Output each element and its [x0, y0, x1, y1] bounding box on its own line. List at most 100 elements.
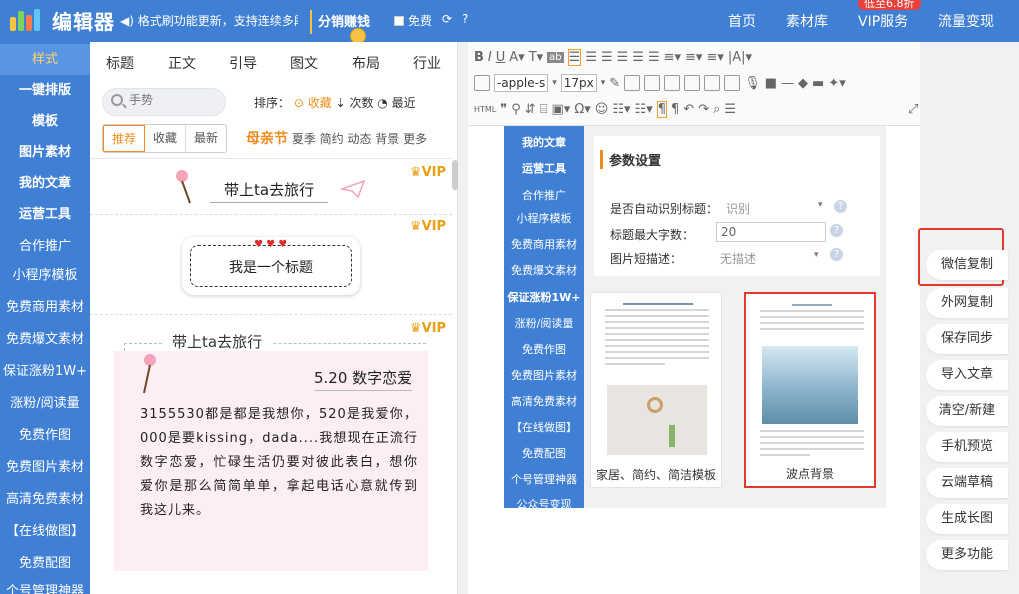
import-article-button[interactable]: 导入文章 — [926, 360, 1008, 390]
unlink-icon[interactable]: ⇵ — [525, 102, 536, 117]
sidebar-item-partner[interactable]: 合作推广 — [0, 231, 90, 262]
select-all-icon[interactable]: ☰ — [724, 102, 736, 117]
sidebar-item-hd[interactable]: 高清免费素材 — [0, 484, 90, 515]
chevron-down-icon[interactable]: ▾ — [601, 78, 606, 88]
tab-image-text[interactable]: 图文 — [290, 53, 318, 73]
sidebar-item-online-design[interactable]: 【在线做图】 — [0, 516, 90, 547]
template-icon[interactable]: ▣▾ — [552, 102, 571, 117]
bg-color-icon[interactable]: ab — [547, 51, 564, 63]
inner-item-account-tool[interactable]: 个号管理神器 — [504, 471, 584, 487]
sidebar-item-account-tool[interactable]: 个号管理神器 — [0, 580, 90, 594]
inner-item-free-pics[interactable]: 免费图片素材 — [504, 367, 584, 383]
line-height-icon[interactable]: ≡▾ — [664, 50, 681, 65]
sidebar-item-free-pics[interactable]: 免费图片素材 — [0, 452, 90, 483]
template-card[interactable]: 家居、简约、简洁模板 — [590, 292, 722, 488]
video-icon[interactable]: ■ — [765, 76, 777, 91]
sidebar-item-fans[interactable]: 保证涨粉1W+ — [0, 356, 90, 387]
sidebar-item-ops-tools[interactable]: 运营工具 — [0, 199, 90, 230]
text-style-icon[interactable]: T▾ — [529, 50, 543, 65]
promo-banner[interactable]: 分销赚钱 — [306, 6, 392, 44]
format-brush-icon[interactable]: ✎ — [609, 76, 620, 91]
clear-new-button[interactable]: 清空/新建 — [926, 396, 1008, 426]
tab-industry[interactable]: 行业 — [413, 53, 441, 73]
tab-guide[interactable]: 引导 — [229, 53, 257, 73]
table-icon[interactable] — [624, 75, 641, 91]
grid-icon[interactable] — [644, 75, 661, 91]
symbol-icon[interactable]: Ω▾ — [574, 102, 590, 117]
tab-layout[interactable]: 布局 — [352, 53, 380, 73]
sidebar-item-images[interactable]: 图片素材 — [0, 137, 90, 168]
free-checkbox[interactable] — [394, 15, 404, 26]
gallery-icon[interactable] — [724, 75, 741, 91]
sidebar-item-free-design[interactable]: 免费作图 — [0, 420, 90, 451]
sidebar-item-miniapp[interactable]: 小程序模板 — [0, 260, 90, 291]
inner-item-miniapp[interactable]: 小程序模板 — [504, 210, 584, 226]
align-left-icon[interactable]: ☰ — [567, 48, 582, 66]
notice-text[interactable]: ◀) 格式刷功能更新，支持连续多段落使用 — [120, 12, 298, 29]
inner-item-free-match[interactable]: 免费配图 — [504, 445, 584, 461]
sidebar-item-free-commercial[interactable]: 免费商用素材 — [0, 292, 90, 323]
sidebar-item-free-viral[interactable]: 免费爆文素材 — [0, 324, 90, 355]
template-item[interactable]: ♛VIP 带上ta去旅行 — [90, 159, 452, 215]
nav-monetize[interactable]: 流量变现 — [938, 11, 994, 31]
max-title-input[interactable]: 20 — [716, 222, 826, 242]
doc-icon[interactable] — [474, 75, 490, 91]
chip-recommended[interactable]: 推荐 — [103, 125, 146, 152]
chip-latest[interactable]: 最新 — [186, 125, 227, 152]
mic-icon[interactable]: 🎙 — [744, 76, 761, 91]
chevron-down-icon[interactable]: ▾ — [818, 200, 823, 210]
desc-select[interactable]: 无描述 — [720, 250, 756, 267]
italic-icon[interactable]: I — [488, 50, 492, 65]
cloud-draft-button[interactable]: 云端草稿 — [926, 468, 1008, 498]
more-features-button[interactable]: 更多功能 — [926, 540, 1008, 570]
tab-body[interactable]: 正文 — [168, 53, 196, 73]
eraser-icon[interactable]: ◆ — [798, 76, 808, 91]
inner-item-fans[interactable]: 保证涨粉1W+ — [504, 289, 584, 305]
sidebar-item-my-articles[interactable]: 我的文章 — [0, 168, 90, 199]
image-icon[interactable] — [664, 75, 681, 91]
help-icon[interactable]: ? — [830, 224, 843, 237]
tag-list[interactable]: 母亲节 夏季 简约 动态 背景 更多 — [246, 128, 427, 148]
align-right-icon[interactable]: ☰ — [601, 50, 613, 65]
template-item[interactable]: ♛VIP 带上ta去旅行 5.20 数字恋爱 3155530都是都是我想你，52… — [90, 315, 452, 594]
quote-icon[interactable]: ❞ — [500, 102, 507, 117]
word-icon[interactable] — [684, 75, 701, 91]
align-center-icon[interactable]: ☰ — [585, 50, 597, 65]
help-icon[interactable]: ? — [834, 200, 847, 213]
sidebar-item-template[interactable]: 模板 — [0, 106, 90, 137]
inner-item-ops-tools[interactable]: 运营工具 — [504, 160, 584, 176]
template-card-selected[interactable]: 波点背景 — [744, 292, 876, 488]
inner-item-monetize[interactable]: 公众号变现 — [504, 496, 584, 508]
underline-icon[interactable]: U — [496, 50, 506, 65]
save-sync-button[interactable]: 保存同步 — [926, 324, 1008, 354]
inner-item-hd[interactable]: 高清免费素材 — [504, 393, 584, 409]
list-icon[interactable]: ≡▾ — [706, 50, 723, 65]
inner-item-my-articles[interactable]: 我的文章 — [504, 134, 584, 150]
magic-icon[interactable]: ✦▾ — [828, 76, 845, 91]
inner-item-reads[interactable]: 涨粉/阅读量 — [504, 315, 584, 331]
help-icon[interactable]: ? — [462, 12, 468, 26]
insert-icon[interactable]: ⌸ — [540, 102, 548, 117]
inner-item-free-viral[interactable]: 免费爆文素材 — [504, 262, 584, 278]
chevron-down-icon[interactable]: ▾ — [552, 78, 557, 88]
inner-item-partner[interactable]: 合作推广 — [504, 187, 584, 203]
tag-mothers-day[interactable]: 母亲节 — [246, 131, 288, 147]
external-copy-button[interactable]: 外网复制 — [926, 288, 1008, 318]
auto-title-select[interactable]: 识别 — [726, 200, 750, 217]
bold-icon[interactable]: B — [474, 50, 484, 65]
chip-favorites[interactable]: 收藏 — [145, 125, 187, 152]
sidebar-item-style[interactable]: 样式 — [0, 44, 90, 75]
long-image-button[interactable]: 生成长图 — [926, 504, 1008, 534]
align-justify-icon[interactable]: ☰ — [617, 50, 629, 65]
search-box[interactable] — [102, 88, 226, 116]
nav-vip[interactable]: VIP服务 — [858, 11, 908, 31]
font-size-select[interactable]: 17px — [560, 74, 597, 92]
template-item[interactable]: ♛VIP ♥ ♥ ♥ 我是一个标题 — [90, 215, 452, 315]
search-input[interactable] — [129, 93, 219, 107]
tag-others[interactable]: 夏季 简约 动态 背景 更多 — [292, 132, 427, 146]
undo-icon[interactable]: ↶ — [683, 102, 694, 117]
outdent-icon[interactable]: ☰ — [648, 50, 660, 65]
sort-favorites[interactable]: ⊙ 收藏 — [294, 96, 332, 110]
font-family-select[interactable]: -apple-s — [494, 74, 549, 92]
mobile-preview-button[interactable]: 手机预览 — [926, 432, 1008, 462]
